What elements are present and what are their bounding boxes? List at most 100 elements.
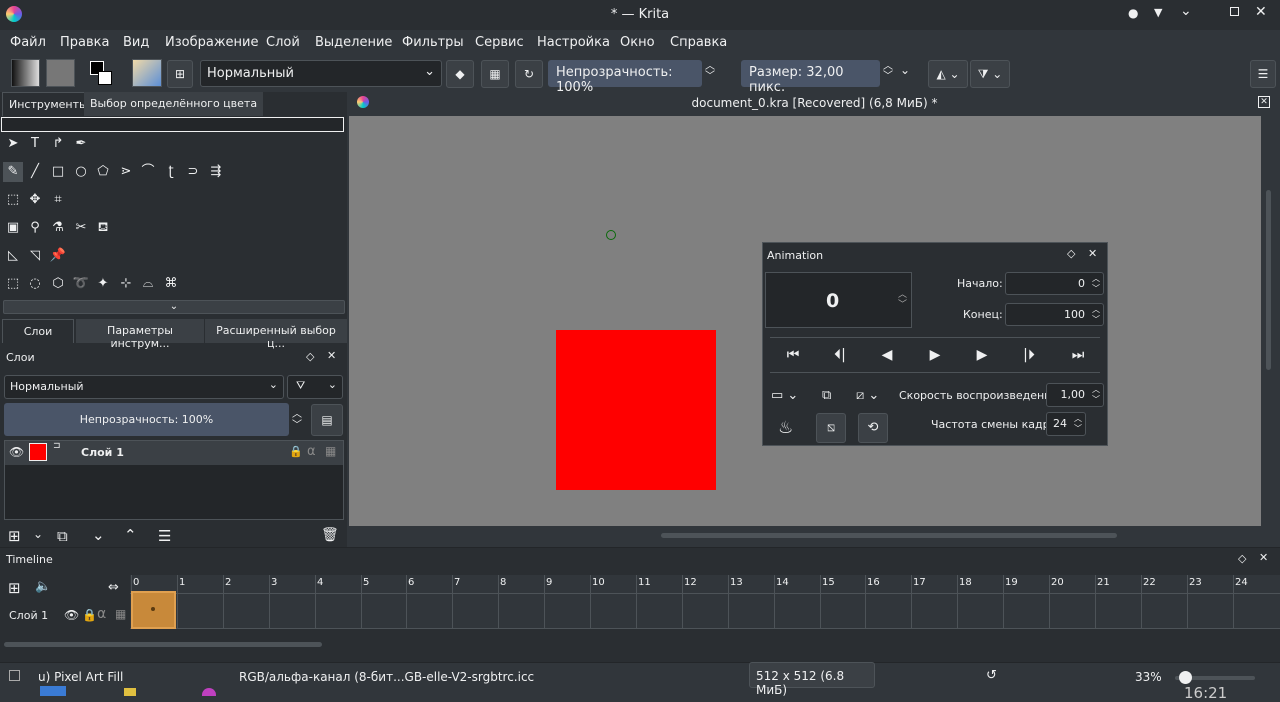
contiguous-select-tool[interactable]: ✦ [93,274,113,294]
text-tool[interactable]: T [25,134,45,154]
alpha-icon[interactable]: α [307,444,316,459]
bezier-tool[interactable]: ⌒ [138,162,158,182]
assistant-tool[interactable]: ◹ [25,246,45,266]
gradient-tool[interactable]: ▣ [3,218,23,238]
menu-image[interactable]: Изображение [165,35,258,50]
mirror-vertical-icon[interactable]: ⧩ ⌄ [970,60,1010,88]
add-timeline-layer-icon[interactable]: ⊞ [8,579,21,597]
menu-file[interactable]: Файл [10,35,46,50]
tools-expand-button[interactable]: ⌄ [3,300,345,314]
auto-frame-icon[interactable]: ⧄ ⌄ [856,388,879,403]
vertical-scrollbar[interactable] [1266,190,1271,370]
previous-keyframe-icon[interactable]: ⏴| [825,340,855,370]
frame-spin-icon[interactable]: ︿ ﹀ [898,290,907,310]
maximize-icon[interactable] [1230,7,1239,16]
keep-above-icon[interactable]: ● [1128,6,1138,20]
calligraphy-tool[interactable]: ✒ [71,134,91,154]
eye-icon[interactable]: 👁 [64,608,79,622]
transform-tool[interactable]: ⬚ [3,190,23,210]
first-frame-icon[interactable]: ⏮ [778,340,808,370]
float-icon[interactable]: ◇ [1238,552,1246,565]
fill-tool[interactable]: ⛾ [93,218,113,238]
frame-number[interactable]: 12 [684,577,697,588]
frame-number[interactable]: 14 [776,577,789,588]
size-chevron-icon[interactable]: ⌄ [900,63,910,77]
layer-blend-select[interactable]: Нормальный ⌄ [4,375,284,399]
layer-name[interactable]: Слой 1 [81,446,124,459]
frame-number[interactable]: 1 [179,577,185,588]
next-keyframe-icon[interactable]: |⏵ [1014,340,1044,370]
smart-patch-tool[interactable]: ⚗ [48,218,68,238]
frame-number[interactable]: 15 [822,577,835,588]
add-layer-icon[interactable]: ⊞ [8,527,21,545]
timeline-grid[interactable] [130,593,1280,629]
drop-frames-icon[interactable]: ▭ ⌄ [771,388,798,403]
next-frame-icon[interactable]: ▶ [967,340,997,370]
start-input[interactable]: 0 ︿ ﹀ [1005,272,1104,295]
rotation-reset-icon[interactable]: ↺ [986,668,997,683]
lock-icon[interactable]: 🔒 [82,608,97,622]
menu-select[interactable]: Выделение [315,35,392,50]
frame-number[interactable]: 23 [1189,577,1202,588]
delete-layer-icon[interactable]: 🗑 [321,527,339,543]
alpha-icon[interactable]: α [97,606,106,622]
tab-tool-options[interactable]: Параметры инструм... [76,319,204,350]
timeline-layer-name[interactable]: Слой 1 [9,609,48,622]
polyline-tool[interactable]: ⋗ [116,162,136,182]
menu-edit[interactable]: Правка [60,35,109,50]
frame-number[interactable]: 16 [867,577,880,588]
close-icon[interactable]: ✕ [1088,247,1097,260]
multibrush-tool[interactable]: ⇶ [206,162,226,182]
previous-frame-icon[interactable]: ◀ [872,340,902,370]
frame-number[interactable]: 10 [592,577,605,588]
zoom-frames-icon[interactable]: ⇔ [108,580,119,595]
horizontal-scrollbar[interactable] [661,533,1117,538]
key-frame-mode-button[interactable]: ⧅ [816,413,846,443]
duplicate-layer-icon[interactable]: ⧉ [57,527,68,545]
tool-search-input[interactable] [1,117,344,132]
menu-window[interactable]: Окно [620,35,655,50]
timeline-hscrollbar[interactable] [4,642,322,647]
image-dimensions[interactable]: 512 x 512 (6.8 МиБ) [749,662,875,697]
audio-icon[interactable]: 🔈 [35,579,51,594]
layer-row[interactable]: 👁 ⊐ Слой 1 🔒 α ▦ [5,441,343,465]
freehand-path-tool[interactable]: ʈ [161,162,181,182]
magnetic-select-tool[interactable]: ⌘ [161,274,181,294]
opacity-slider[interactable]: Непрозрачность: 100% [548,60,702,95]
float-icon[interactable]: ◇ [1067,247,1075,260]
tab-tools[interactable]: Инструменты [2,92,95,116]
frame-number[interactable]: 11 [638,577,651,588]
fps-input[interactable]: 24 ︿ ﹀ [1046,412,1086,436]
opacity-spin-icon[interactable]: ︿ ﹀ [705,62,715,82]
move-tool[interactable]: ✥ [25,190,45,210]
play-icon[interactable]: ▶ [920,340,950,370]
fps-spin-icon[interactable]: ︿ ﹀ [1074,414,1082,434]
frame-number[interactable]: 13 [730,577,743,588]
reference-tool[interactable]: 📌 [48,246,68,266]
alpha-lock-icon[interactable]: ▦ [481,60,509,88]
workspace-grid-icon[interactable]: ⊞ [167,60,193,88]
measure-tool[interactable]: ◺ [3,246,23,266]
menu-filters[interactable]: Фильтры [402,35,464,50]
eye-icon[interactable]: 👁 [9,445,24,459]
layer-opacity-spin-icon[interactable]: ︿ ﹀ [292,409,302,431]
gradient-preset-button[interactable] [11,59,40,87]
rect-select-tool[interactable]: ⬚ [3,274,23,294]
tab-color-selector[interactable]: Выбор определённого цвета [84,92,264,116]
ellipse-tool[interactable]: ○ [71,162,91,182]
blend-mode-select[interactable]: Нормальный ⌄ [200,60,442,87]
current-frame-display[interactable]: 0 ︿ ﹀ [765,272,912,328]
layer-properties-icon[interactable]: ☰ [158,527,171,545]
alpha-inherit-icon[interactable]: ▦ [115,607,126,621]
frame-number[interactable]: 17 [913,577,926,588]
onion-skin-toggle-icon[interactable]: ⧉ [822,388,831,403]
similar-select-tool[interactable]: ⊹ [116,274,136,294]
last-frame-icon[interactable]: ⏭ [1063,340,1093,370]
polygon-tool[interactable]: ⬠ [93,162,113,182]
freehand-brush-tool[interactable]: ✎ [3,162,23,182]
menu-tools[interactable]: Сервис [475,35,524,50]
brush-preset-button[interactable] [132,59,162,87]
lock-icon[interactable]: 🔒 [289,445,303,458]
tab-advanced-color[interactable]: Расширенный выбор ц... [205,319,347,350]
bezier-select-tool[interactable]: ⌓ [138,274,158,294]
